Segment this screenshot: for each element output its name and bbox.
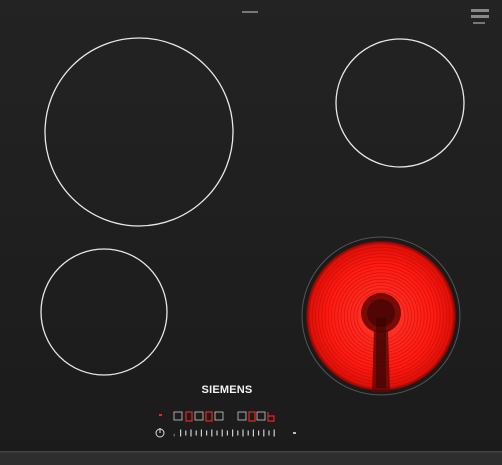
slider-tick (206, 430, 208, 436)
slider-tick (216, 430, 218, 436)
front-frame (0, 452, 502, 465)
slider-tick (190, 429, 192, 437)
slider-tick (200, 429, 202, 437)
slider-tick (237, 430, 239, 436)
slider-tick (258, 430, 260, 436)
slider-tick (195, 430, 197, 436)
model-print (242, 11, 258, 13)
slider-minus-mark: ‹ (173, 432, 175, 439)
cooktop-svg: SIEMENS ‹ (0, 0, 502, 465)
slider-tick (180, 429, 182, 437)
brand-logo: SIEMENS (202, 384, 253, 396)
slider-tick (242, 429, 244, 437)
slider-tick (221, 429, 223, 437)
slider-tick (247, 430, 249, 436)
slider-tick (273, 429, 275, 437)
indicator-dot (159, 414, 162, 416)
slider-tick (211, 429, 213, 437)
slider-end-mark (293, 432, 296, 434)
slider-tick (185, 430, 187, 436)
slider-tick (226, 430, 228, 436)
slider-tick (252, 429, 254, 437)
frame-edge-line (0, 451, 502, 453)
element-stem-core (376, 318, 386, 388)
burner-front-right[interactable] (301, 236, 461, 396)
slider-tick (268, 430, 270, 436)
slider-tick (232, 429, 234, 437)
slider-tick (263, 429, 265, 437)
cooktop: SIEMENS ‹ (0, 0, 502, 465)
